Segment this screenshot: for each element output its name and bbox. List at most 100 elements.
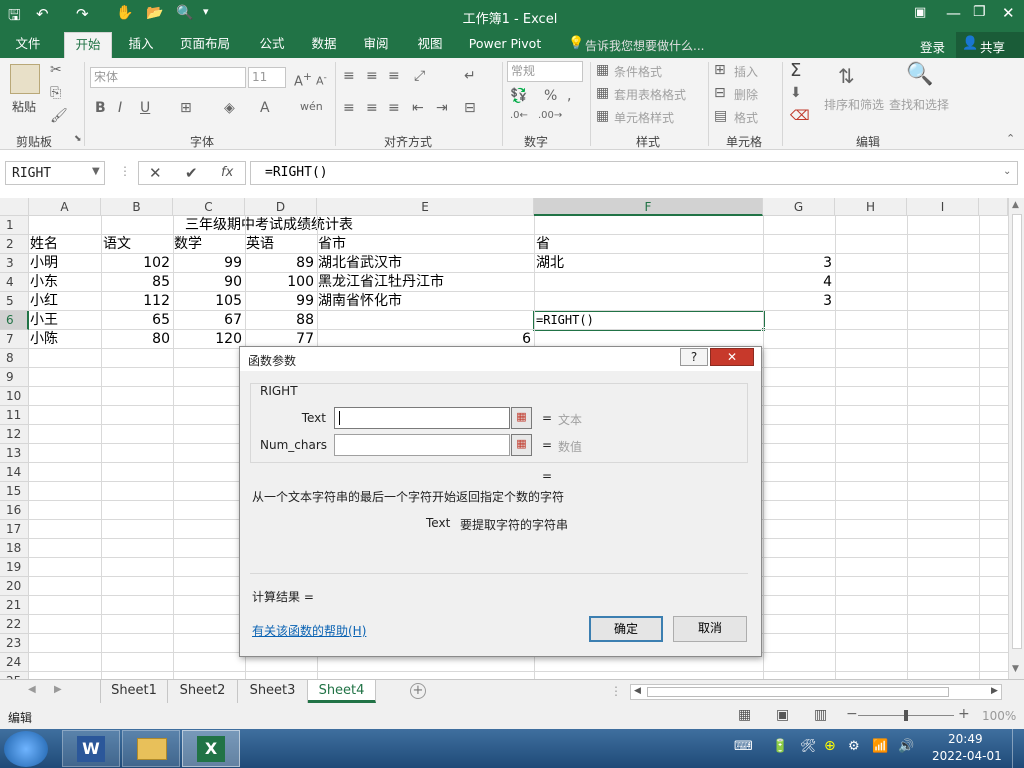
network-icon[interactable]: ⚙ — [848, 739, 860, 754]
bold-icon[interactable]: B — [95, 100, 106, 116]
tab-power-pivot[interactable]: Power Pivot — [462, 32, 548, 58]
signal-icon[interactable]: 📶 — [872, 739, 888, 754]
autosum-icon[interactable]: Σ — [790, 60, 801, 81]
chevron-down-icon[interactable]: ▼ — [92, 166, 100, 177]
page-layout-icon[interactable]: ▣ — [776, 707, 789, 723]
paste-button[interactable]: 粘贴 — [12, 98, 36, 115]
column-header[interactable]: C — [173, 198, 245, 216]
insert-cells-button[interactable]: 插入 — [734, 63, 758, 80]
align-bottom-icon[interactable]: ≡ — [388, 68, 400, 84]
row-header-active[interactable]: 6 — [0, 311, 29, 330]
start-button[interactable] — [4, 731, 48, 767]
zoom-level[interactable]: 100% — [982, 709, 1016, 723]
collapse-dialog-icon[interactable]: ▦ — [511, 434, 532, 456]
increase-decimal-icon[interactable]: .0← — [510, 110, 528, 121]
close-icon[interactable]: ✕ — [1002, 4, 1015, 22]
percent-icon[interactable]: % — [544, 88, 557, 104]
decrease-decimal-icon[interactable]: .00→ — [538, 110, 562, 121]
column-header-active[interactable]: F — [534, 198, 763, 216]
print-preview-icon[interactable]: 🔍 — [176, 5, 193, 21]
paste-icon[interactable] — [10, 64, 40, 94]
cell-styles-button[interactable]: 单元格样式 — [614, 109, 674, 126]
sheet-tab[interactable]: Sheet2 — [168, 680, 238, 703]
scroll-right-icon[interactable]: ▶ — [54, 684, 62, 695]
increase-indent-icon[interactable]: ⇥ — [436, 100, 448, 116]
table-cell[interactable]: 80 — [101, 330, 173, 349]
comma-icon[interactable]: , — [567, 88, 571, 104]
row-header[interactable]: 16 — [0, 501, 29, 520]
zoom-slider-thumb[interactable] — [904, 710, 908, 721]
font-name-combo[interactable]: 宋体 — [90, 67, 246, 88]
zoom-in-icon[interactable]: + — [958, 706, 970, 722]
header-cell[interactable]: 省 — [536, 235, 550, 254]
phonetic-icon[interactable]: wén — [300, 100, 323, 113]
tab-splitter-icon[interactable]: ⋮ — [610, 684, 622, 698]
save-icon[interactable]: 🖫 — [8, 5, 21, 30]
vertical-scrollbar[interactable]: ▲ ▼ — [1008, 198, 1024, 679]
num-chars-input[interactable] — [334, 434, 510, 456]
redo-icon[interactable]: ↷ — [76, 5, 89, 23]
row-header[interactable]: 18 — [0, 539, 29, 558]
find-select-button[interactable]: 查找和选择 — [889, 96, 949, 113]
show-desktop-button[interactable] — [1012, 729, 1024, 768]
row-header[interactable]: 3 — [0, 254, 29, 273]
row-header[interactable]: 4 — [0, 273, 29, 292]
table-cell[interactable]: 112 — [101, 292, 173, 311]
touch-mode-icon[interactable]: ✋ — [116, 5, 133, 21]
table-cell[interactable]: 99 — [173, 254, 245, 273]
hscroll-right-icon[interactable]: ▶ — [991, 686, 998, 696]
shrink-font-icon[interactable]: A- — [316, 72, 327, 88]
sort-filter-button[interactable]: 排序和筛选 — [824, 96, 884, 113]
row-header[interactable]: 11 — [0, 406, 29, 425]
row-header[interactable]: 13 — [0, 444, 29, 463]
table-cell[interactable]: 湖北省武汉市 — [318, 254, 402, 273]
cut-icon[interactable]: ✂ — [50, 62, 62, 78]
table-cell[interactable]: 67 — [173, 311, 245, 330]
number-format-combo[interactable]: 常规 — [507, 61, 583, 82]
header-cell[interactable]: 数学 — [174, 235, 202, 254]
copy-icon[interactable]: ⎘ — [50, 85, 61, 101]
row-header[interactable]: 10 — [0, 387, 29, 406]
table-cell[interactable]: 105 — [173, 292, 245, 311]
table-cell[interactable]: 小王 — [30, 311, 58, 330]
clock-date[interactable]: 2022-04-01 — [932, 749, 1002, 763]
table-cell[interactable]: 小东 — [30, 273, 58, 292]
font-color-icon[interactable]: A — [260, 100, 270, 116]
format-painter-icon[interactable]: 🖌 — [50, 108, 68, 124]
table-cell[interactable]: 89 — [245, 254, 317, 273]
orientation-icon[interactable]: ⤢ — [414, 68, 425, 84]
tab-data[interactable]: 数据 — [302, 32, 346, 58]
tell-me-box[interactable]: 告诉我您想要做什么... — [585, 37, 704, 54]
align-middle-icon[interactable]: ≡ — [366, 68, 378, 84]
align-center-icon[interactable]: ≡ — [366, 100, 378, 116]
volume-icon[interactable]: 🔊 — [898, 739, 914, 754]
page-break-icon[interactable]: ▥ — [814, 707, 827, 723]
format-cells-button[interactable]: 格式 — [734, 109, 758, 126]
ok-button[interactable]: 确定 — [589, 616, 663, 642]
active-cell[interactable]: =RIGHT() — [536, 311, 594, 330]
row-header[interactable]: 12 — [0, 425, 29, 444]
column-header[interactable]: E — [317, 198, 534, 216]
format-table-button[interactable]: 套用表格格式 — [614, 86, 686, 103]
row-header[interactable]: 24 — [0, 653, 29, 672]
title-cell[interactable]: 三年级期中考试成绩统计表 — [185, 216, 353, 235]
scroll-up-icon[interactable]: ▲ — [1012, 200, 1019, 210]
add-sheet-icon[interactable]: + — [410, 683, 426, 699]
clock-time[interactable]: 20:49 — [948, 732, 983, 746]
table-cell[interactable]: 90 — [173, 273, 245, 292]
tab-home[interactable]: 开始 — [64, 32, 112, 58]
insert-function-icon[interactable]: fx — [221, 165, 233, 180]
customize-qat-icon[interactable]: ▾ — [203, 5, 209, 18]
tools-icon[interactable]: 🛠 — [800, 739, 817, 754]
tab-file[interactable]: 文件 — [0, 32, 56, 58]
tab-insert[interactable]: 插入 — [118, 32, 164, 58]
tab-view[interactable]: 视图 — [408, 32, 452, 58]
expand-formula-icon[interactable]: ⌄ — [1003, 166, 1011, 177]
tab-review[interactable]: 审阅 — [354, 32, 398, 58]
sheet-tab[interactable]: Sheet1 — [100, 680, 168, 703]
decrease-indent-icon[interactable]: ⇤ — [412, 100, 424, 116]
hscroll-left-icon[interactable]: ◀ — [634, 686, 641, 696]
formula-input[interactable]: =RIGHT() ⌄ — [250, 161, 1018, 185]
table-cell[interactable]: 120 — [173, 330, 245, 349]
border-icon[interactable]: ⊞ — [180, 100, 192, 116]
